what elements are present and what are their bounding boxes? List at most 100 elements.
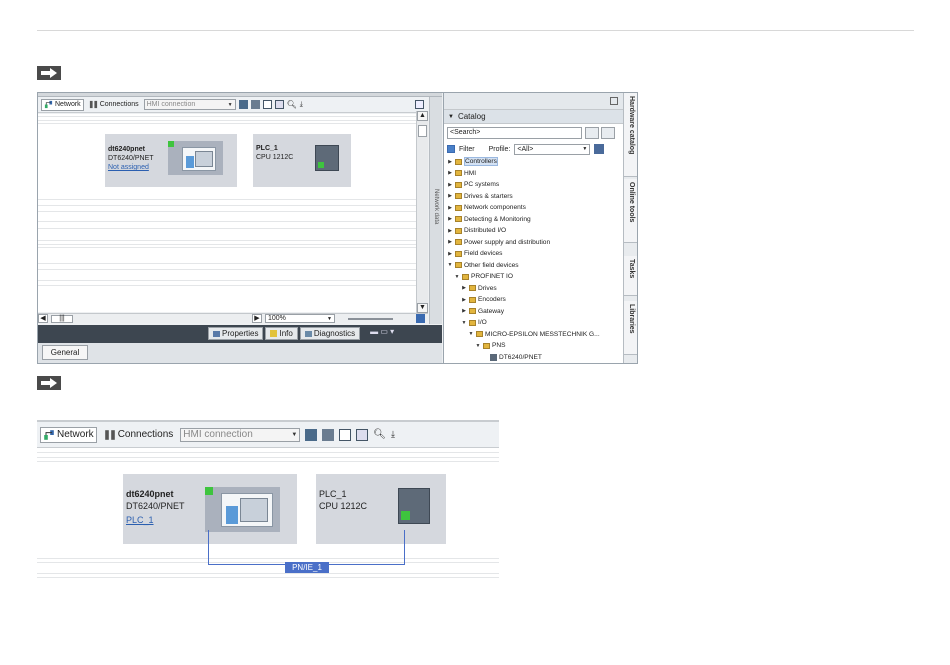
zoom-slider[interactable] — [348, 317, 393, 320]
chevron-right-icon[interactable]: ▶ — [447, 193, 453, 199]
catalog-tree-item[interactable]: ▼ I/O — [447, 317, 622, 329]
chevron-right-icon[interactable]: ▶ — [447, 205, 453, 211]
chevron-right-icon[interactable]: ▶ — [447, 216, 453, 222]
chevron-right-icon[interactable]: ▶ — [447, 159, 453, 165]
network-button[interactable]: Network — [40, 426, 97, 443]
scroll-thumb-h[interactable]: ||| — [51, 314, 73, 323]
chevron-right-icon[interactable]: ▶ — [447, 251, 453, 257]
chevron-right-icon[interactable]: ▶ — [447, 228, 453, 234]
chevron-down-icon: ▼ — [582, 146, 588, 152]
horizontal-scrollbar[interactable]: ◀ ||| ▶ 100% ▼ — [38, 313, 428, 323]
search-up-icon[interactable] — [601, 127, 615, 139]
chevron-right-icon[interactable]: ▶ — [461, 297, 467, 303]
device-address-icon[interactable] — [305, 428, 318, 441]
catalog-tree-item[interactable]: ▶ Detecting & Monitoring — [447, 214, 622, 226]
rail-tab-libraries[interactable]: Libraries — [624, 301, 637, 355]
chevron-down-icon[interactable]: ▼ — [475, 343, 481, 349]
chevron-right-icon[interactable]: ▶ — [447, 170, 453, 176]
rail-tab-online-tools[interactable]: Online tools — [624, 179, 637, 243]
profinet-subnet-line[interactable] — [208, 530, 405, 565]
catalog-tree-label: Controllers — [464, 157, 498, 167]
catalog-options-icon[interactable] — [594, 144, 605, 154]
catalog-tree-item[interactable]: ▶ Drives — [447, 283, 622, 295]
catalog-tree-item[interactable]: ▶ Power supply and distribution — [447, 237, 622, 249]
chevron-down-icon[interactable]: ▼ — [461, 320, 467, 326]
rail-tab-hardware-catalog[interactable]: Hardware catalog — [624, 93, 637, 177]
scroll-left-icon[interactable]: ◀ — [38, 314, 48, 323]
zoom-icon[interactable]: 🔍︎ — [287, 100, 297, 109]
overview-icon[interactable] — [415, 100, 424, 109]
chevron-right-icon[interactable]: ▶ — [447, 182, 453, 188]
top-divider — [37, 30, 914, 31]
catalog-tree-item[interactable]: ▼ Other field devices — [447, 260, 622, 272]
scroll-right-icon[interactable]: ▶ — [252, 314, 262, 323]
filter-checkbox[interactable] — [447, 145, 455, 153]
catalog-tree-item[interactable]: ▶ Distributed I/O — [447, 225, 622, 237]
chevron-down-icon[interactable]: ▼ — [447, 262, 453, 268]
device-assignment-link[interactable]: Not assigned — [108, 163, 154, 172]
pane-controls-icon[interactable]: ▬ ▭ ▾ — [370, 327, 394, 340]
catalog-tree-item[interactable]: ▼ PNS — [447, 340, 622, 352]
download-icon[interactable]: ⤓ — [391, 429, 395, 440]
catalog-search-input[interactable]: <Search> — [447, 127, 582, 139]
catalog-tree-item[interactable]: ▶ Gateway — [447, 306, 622, 318]
catalog-tree-item[interactable]: DT6240/PNET — [447, 352, 622, 364]
rail-tab-tasks[interactable]: Tasks — [624, 256, 637, 296]
connection-type-value: HMI connection — [183, 429, 253, 440]
device-plc-1[interactable]: PLC_1 CPU 1212C — [253, 134, 351, 187]
scroll-up-icon[interactable]: ▲ — [417, 111, 428, 121]
catalog-tree-item[interactable]: ▶ HMI — [447, 168, 622, 180]
download-icon[interactable]: ⤓ — [300, 101, 303, 109]
catalog-tree-item[interactable]: ▶ Controllers — [447, 156, 622, 168]
chevron-right-icon[interactable]: ▶ — [461, 285, 467, 291]
scroll-down-icon[interactable]: ▼ — [417, 303, 428, 313]
device-assignment-link[interactable]: PLC_1 — [126, 514, 185, 526]
vertical-scrollbar[interactable]: ▲ ▼ — [416, 111, 428, 321]
catalog-tree-item[interactable]: ▼ PROFINET IO — [447, 271, 622, 283]
grid-line — [37, 452, 499, 453]
zoom-select[interactable]: 100% ▼ — [265, 314, 335, 323]
connection-type-select[interactable]: HMI connection ▼ — [143, 99, 236, 110]
show-addresses-icon[interactable] — [250, 100, 260, 109]
catalog-tree-item[interactable]: ▶ Drives & starters — [447, 191, 622, 203]
table-view-icon[interactable] — [262, 100, 272, 109]
chevron-right-icon[interactable]: ▶ — [447, 239, 453, 245]
page-view-icon[interactable] — [274, 100, 284, 109]
tab-info[interactable]: Info — [265, 327, 298, 340]
connections-button[interactable]: Connections — [102, 427, 176, 443]
zoom-icon[interactable]: 🔍︎ — [373, 429, 386, 440]
maximize-icon[interactable] — [610, 97, 618, 105]
catalog-tree: ▶ Controllers ▶ HMI ▶ PC systems ▶ Drives & sta… — [447, 156, 622, 363]
network-button[interactable]: Network — [41, 98, 84, 111]
chevron-down-icon[interactable]: ▼ — [454, 274, 460, 280]
profile-select[interactable]: <All> ▼ — [514, 143, 591, 155]
tab-general[interactable]: General — [42, 345, 88, 360]
catalog-tree-item[interactable]: ▶ Encoders — [447, 294, 622, 306]
catalog-title-bar[interactable]: ▼ Catalog — [444, 110, 624, 124]
device-dt6240pnet[interactable]: dt6240pnet DT6240/PNET Not assigned — [105, 134, 237, 187]
module-highlight — [186, 156, 194, 168]
catalog-tree-item[interactable]: ▶ Field devices — [447, 248, 622, 260]
tab-properties[interactable]: Properties — [208, 327, 264, 340]
device-address-icon[interactable] — [238, 100, 248, 109]
table-view-icon[interactable] — [339, 428, 352, 441]
network-canvas[interactable]: dt6240pnet DT6240/PNET Not assigned PLC_… — [38, 114, 416, 312]
tab-diagnostics[interactable]: Diagnostics — [299, 327, 361, 340]
subnet-label[interactable]: PN/IE_1 — [285, 562, 329, 573]
fit-view-icon[interactable] — [416, 314, 425, 323]
network-data-side-tab[interactable]: Network data — [429, 97, 442, 324]
catalog-tree-item[interactable]: ▶ PC systems — [447, 179, 622, 191]
search-down-icon[interactable] — [585, 127, 599, 139]
module-highlight — [226, 506, 238, 524]
page-view-icon[interactable] — [356, 428, 369, 441]
connection-type-select[interactable]: HMI connection ▼ — [180, 427, 301, 442]
chevron-down-icon[interactable]: ▼ — [468, 331, 474, 337]
show-addresses-icon[interactable] — [322, 428, 335, 441]
scroll-thumb[interactable] — [418, 125, 427, 137]
properties-icon — [213, 330, 220, 337]
catalog-tree-item[interactable]: ▼ MICRO-EPSILON MESSTECHNIK G... — [447, 329, 622, 341]
connections-button[interactable]: Connections — [87, 99, 141, 111]
catalog-tree-item[interactable]: ▶ Network components — [447, 202, 622, 214]
folder-icon — [455, 158, 462, 165]
chevron-right-icon[interactable]: ▶ — [461, 308, 467, 314]
